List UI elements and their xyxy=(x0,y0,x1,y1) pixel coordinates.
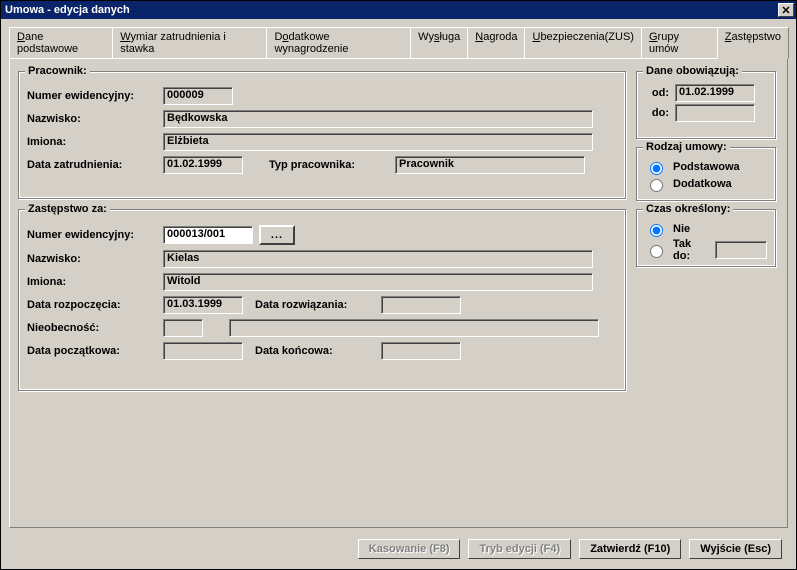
label-z-nazwisko: Nazwisko: xyxy=(27,253,157,265)
tab-panel: Pracownik: Numer ewidencyjny: 000009 Naz… xyxy=(9,58,788,528)
button-wyjscie[interactable]: Wyjście (Esc) xyxy=(689,539,782,559)
field-imiona: Elżbieta xyxy=(163,133,593,151)
legend-rodzaj: Rodzaj umowy: xyxy=(643,141,730,153)
tab-zastepstwo[interactable]: Zastępstwo xyxy=(717,27,789,59)
legend-pracownik: Pracownik: xyxy=(25,65,90,77)
field-z-nazwisko: Kielas xyxy=(163,250,593,268)
field-numer: 000009 xyxy=(163,87,233,105)
label-z-imiona: Imiona: xyxy=(27,276,157,288)
label-od: od: xyxy=(645,87,669,99)
field-od: 01.02.1999 xyxy=(675,84,755,102)
label-data-pocz: Data początkowa: xyxy=(27,345,157,357)
field-nieob-code xyxy=(163,319,203,337)
window: Umowa - edycja danych ✕ Dane podstawowe … xyxy=(0,0,797,570)
titlebar: Umowa - edycja danych ✕ xyxy=(1,1,796,19)
tab-dodatkowe[interactable]: Dodatkowe wynagrodzenie xyxy=(266,27,411,58)
label-dodatkowa: Dodatkowa xyxy=(673,178,732,190)
label-imiona: Imiona: xyxy=(27,136,157,148)
field-nieob-desc xyxy=(229,319,599,337)
button-zatwierdz[interactable]: Zatwierdź (F10) xyxy=(579,539,681,559)
field-z-imiona: Witold xyxy=(163,273,593,291)
tab-strip: Dane podstawowe Wymiar zatrudnienia i st… xyxy=(9,27,788,58)
label-nie: Nie xyxy=(673,223,690,235)
radio-tak[interactable] xyxy=(650,245,663,258)
radio-nie[interactable] xyxy=(650,224,663,237)
label-data-rozw: Data rozwiązania: xyxy=(255,299,375,311)
group-dane-obow: Dane obowiązują: od: 01.02.1999 do: xyxy=(636,71,776,139)
label-podstawowa: Podstawowa xyxy=(673,161,740,173)
legend-zastepstwo: Zastępstwo za: xyxy=(25,203,110,215)
button-tryb[interactable]: Tryb edycji (F4) xyxy=(468,539,571,559)
radio-dodatkowa[interactable] xyxy=(650,179,663,192)
close-button[interactable]: ✕ xyxy=(778,3,794,17)
field-data-rozw xyxy=(381,296,461,314)
tab-grupy[interactable]: Grupy umów xyxy=(641,27,718,58)
radio-podstawowa[interactable] xyxy=(650,162,663,175)
field-tak-do xyxy=(715,241,767,259)
label-nazwisko: Nazwisko: xyxy=(27,113,157,125)
browse-button[interactable]: ... xyxy=(259,225,295,245)
field-do xyxy=(675,104,755,122)
label-data-konc: Data końcowa: xyxy=(255,345,375,357)
label-tak: Tak do: xyxy=(673,238,709,262)
group-czas: Czas określony: Nie Tak do: xyxy=(636,209,776,267)
label-do: do: xyxy=(645,107,669,119)
field-data-pocz xyxy=(163,342,243,360)
tab-nagroda[interactable]: Nagroda xyxy=(467,27,525,58)
group-rodzaj: Rodzaj umowy: Podstawowa Dodatkowa xyxy=(636,147,776,201)
label-data-zatr: Data zatrudnienia: xyxy=(27,159,157,171)
button-kasowanie[interactable]: Kasowanie (F8) xyxy=(358,539,461,559)
label-data-rozp: Data rozpoczęcia: xyxy=(27,299,157,311)
field-data-konc xyxy=(381,342,461,360)
label-nieob: Nieobecność: xyxy=(27,322,157,334)
label-typ: Typ pracownika: xyxy=(269,159,389,171)
group-pracownik: Pracownik: Numer ewidencyjny: 000009 Naz… xyxy=(18,71,626,199)
field-data-rozp: 01.03.1999 xyxy=(163,296,243,314)
button-bar: Kasowanie (F8) Tryb edycji (F4) Zatwierd… xyxy=(358,539,782,559)
window-title: Umowa - edycja danych xyxy=(5,4,130,16)
field-data-zatr: 01.02.1999 xyxy=(163,156,243,174)
content: Dane podstawowe Wymiar zatrudnienia i st… xyxy=(1,19,796,569)
label-z-numer: Numer ewidencyjny: xyxy=(27,229,157,241)
input-z-numer[interactable]: 000013/001 xyxy=(163,226,253,244)
tab-wysluga[interactable]: Wysługa xyxy=(410,27,468,58)
field-nazwisko: Będkowska xyxy=(163,110,593,128)
label-numer: Numer ewidencyjny: xyxy=(27,90,157,102)
tab-ubezpieczenia[interactable]: Ubezpieczenia(ZUS) xyxy=(524,27,642,58)
legend-dane-obow: Dane obowiązują: xyxy=(643,65,742,77)
legend-czas: Czas określony: xyxy=(643,203,733,215)
tab-dane-podstawowe[interactable]: Dane podstawowe xyxy=(9,27,113,58)
field-typ: Pracownik xyxy=(395,156,585,174)
group-zastepstwo: Zastępstwo za: Numer ewidencyjny: 000013… xyxy=(18,209,626,391)
tab-wymiar[interactable]: Wymiar zatrudnienia i stawka xyxy=(112,27,267,58)
